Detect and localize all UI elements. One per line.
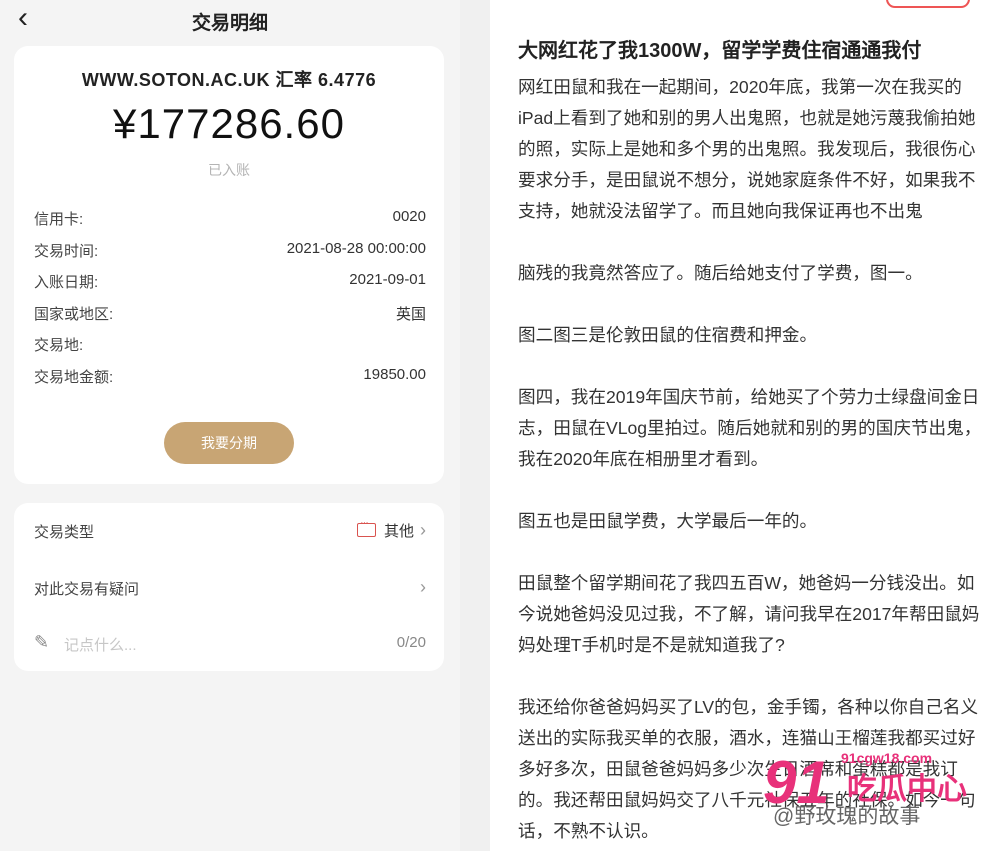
detail-label: 交易地金额:	[34, 368, 114, 386]
article-paragraph: 田鼠整个留学期间花了我四五百W，她爸妈一分钱没出。如今说她爸妈没见过我，不了解，…	[518, 573, 980, 655]
detail-row-post-date: 入账日期: 2021-09-01	[34, 267, 426, 299]
article-paragraph: 脑残的我竟然答应了。随后给她支付了学费，图一。	[518, 263, 923, 283]
panel-divider	[460, 0, 490, 851]
other-category-icon	[356, 517, 376, 538]
article-title: 大网红花了我1300W，留学学费住宿通通我付	[518, 40, 922, 62]
detail-value: 2021-08-28 00:00:00	[286, 239, 426, 257]
article-paragraph: 图五也是田鼠学费，大学最后一年的。	[518, 511, 818, 531]
detail-label: 信用卡:	[34, 211, 84, 228]
transaction-type-label: 交易类型	[34, 524, 95, 541]
transaction-type-value: 其他	[383, 523, 414, 540]
transaction-actions-card: 交易类型 其他 › 对此交易有疑问 › ✎ 记点什么... 0/20	[14, 503, 444, 671]
detail-row-country: 国家或地区: 英国	[34, 299, 426, 331]
chevron-right-icon: ›	[420, 520, 426, 540]
nav-bar: ‹ 交易明细	[0, 0, 460, 40]
follow-button[interactable]	[886, 0, 970, 8]
detail-row-time: 交易时间: 2021-08-28 00:00:00	[34, 236, 426, 268]
chevron-right-icon: ›	[420, 577, 426, 597]
watermark-logo: 91 91cgw18.com 吃瓜中心 @野玫瑰的故事	[763, 742, 998, 842]
transaction-detail-panel: ‹ 交易明细 WWW.SOTON.AC.UK 汇率 6.4776 ¥177286…	[0, 0, 460, 851]
watermark-source: @野玫瑰的故事	[773, 805, 921, 828]
pencil-icon: ✎	[34, 632, 50, 652]
detail-row-location: 交易地:	[34, 330, 426, 362]
article-paragraph: 图四，我在2019年国庆节前，给她买了个劳力士绿盘间金日志，田鼠在VLog里拍过…	[518, 387, 982, 469]
article-paragraph: 网红田鼠和我在一起期间，2020年底，我第一次在我买的iPad上看到了她和别的男…	[518, 77, 976, 221]
note-input-row[interactable]: ✎ 记点什么... 0/20	[34, 629, 426, 659]
detail-value: 19850.00	[363, 365, 426, 383]
detail-value: 0020	[392, 208, 426, 225]
note-placeholder[interactable]: 记点什么...	[64, 634, 137, 655]
page-title: 交易明细	[191, 13, 268, 34]
article-body: 网红田鼠和我在一起期间，2020年底，我第一次在我买的iPad上看到了她和别的男…	[518, 72, 984, 851]
detail-label: 交易时间:	[34, 242, 99, 260]
transaction-card: WWW.SOTON.AC.UK 汇率 6.4776 ¥177286.60 已入账…	[14, 46, 444, 484]
status-label: 已入账	[208, 162, 250, 178]
article-panel: 大网红花了我1300W，留学学费住宿通通我付 网红田鼠和我在一起期间，2020年…	[490, 0, 1000, 851]
note-char-count: 0/20	[396, 634, 426, 651]
detail-row-local-amount: 交易地金额: 19850.00	[34, 362, 426, 394]
detail-value: 2021-09-01	[349, 271, 426, 288]
detail-row-card: 信用卡: 0020	[34, 204, 426, 236]
detail-value: 英国	[395, 305, 426, 323]
merchant-name: WWW.SOTON.AC.UK 汇率 6.4776	[81, 70, 377, 90]
transaction-amount: ¥177286.60	[113, 100, 345, 147]
detail-label: 交易地:	[34, 337, 84, 354]
detail-rows: 信用卡: 0020 交易时间: 2021-08-28 00:00:00 入账日期: 2…	[34, 204, 426, 393]
transaction-type-row[interactable]: 交易类型 其他 ›	[34, 516, 426, 546]
article-paragraph: 图二图三是伦敦田鼠的住宿费和押金。	[518, 325, 818, 345]
dispute-row[interactable]: 对此交易有疑问 ›	[34, 573, 426, 603]
detail-label: 入账日期:	[34, 274, 99, 291]
detail-label: 国家或地区:	[34, 305, 114, 323]
transaction-type-value-wrap: 其他 ›	[356, 517, 426, 541]
dispute-label: 对此交易有疑问	[34, 581, 140, 598]
installment-button[interactable]: 我要分期	[164, 422, 294, 464]
